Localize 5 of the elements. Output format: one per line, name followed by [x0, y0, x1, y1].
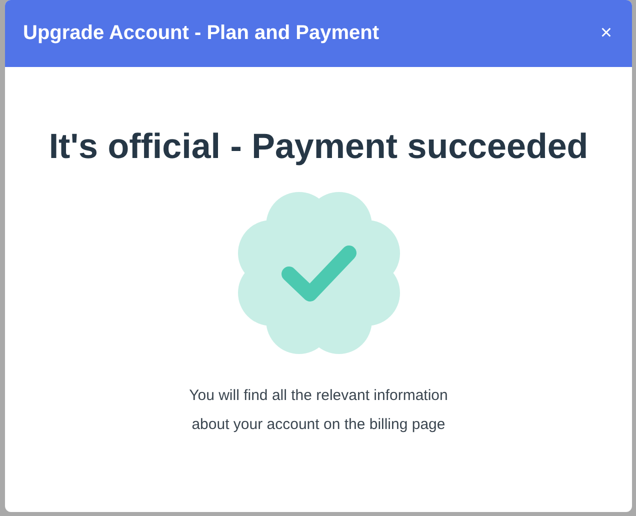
info-message: You will find all the relevant information about your account on the billing page — [189, 386, 448, 435]
close-button[interactable]: × — [596, 22, 616, 45]
success-heading: It's official - Payment succeeded — [48, 127, 588, 167]
dialog-title: Upgrade Account - Plan and Payment — [23, 22, 379, 45]
check-badge-icon — [238, 192, 400, 354]
